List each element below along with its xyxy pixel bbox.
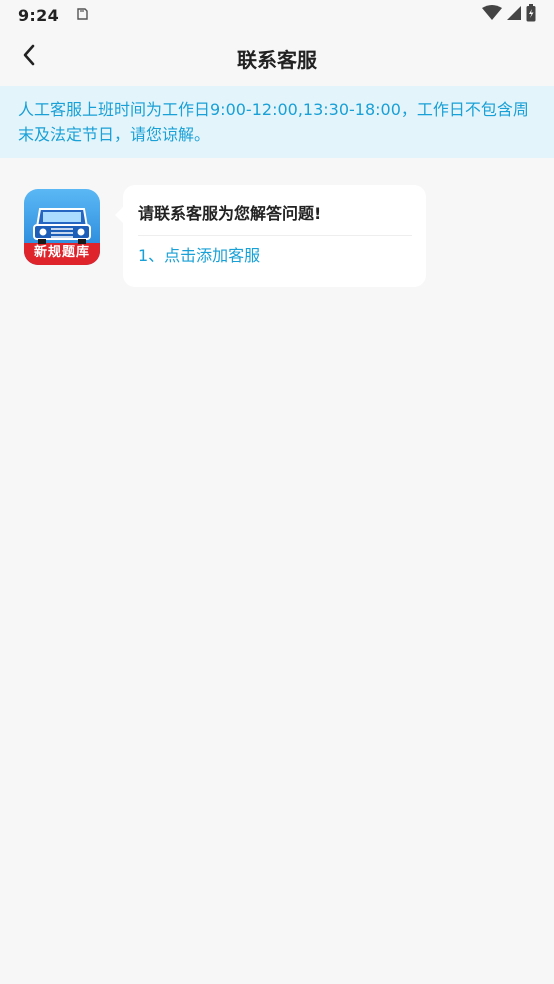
status-right xyxy=(482,4,536,26)
status-time: 9:24 xyxy=(18,5,59,25)
back-button[interactable] xyxy=(14,42,44,72)
status-bar: 9:24 xyxy=(0,0,554,30)
cellular-signal-icon xyxy=(506,5,522,25)
back-arrow-icon xyxy=(22,44,36,70)
working-hours-notice: 人工客服上班时间为工作日9:00-12:00,13:30-18:00，工作日不包… xyxy=(0,86,554,158)
message-heading: 请联系客服为您解答问题! xyxy=(138,204,322,223)
wifi-icon xyxy=(482,5,502,25)
app-logo-avatar: 新规题库 xyxy=(24,189,100,265)
page-title: 联系客服 xyxy=(237,47,317,72)
battery-icon xyxy=(526,4,536,26)
bubble-tail xyxy=(115,207,123,223)
header: 联系客服 xyxy=(0,30,554,86)
app-logo-text: 新规题库 xyxy=(33,245,90,260)
add-customer-service-link[interactable]: 1、点击添加客服 xyxy=(138,245,260,267)
storage-icon xyxy=(75,6,89,25)
bubble-divider xyxy=(138,235,412,236)
message-bubble: 请联系客服为您解答问题! 1、点击添加客服 xyxy=(115,185,426,287)
status-left: 9:24 xyxy=(18,6,89,25)
